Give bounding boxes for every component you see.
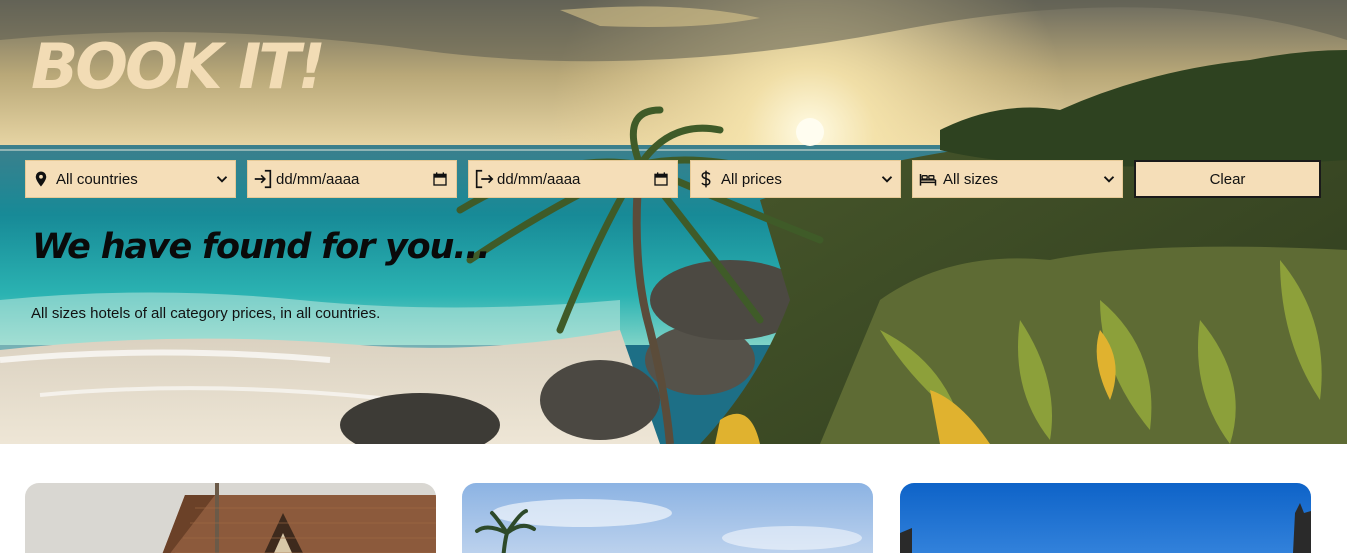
check-out-date-input[interactable]: dd/mm/aaaa <box>468 160 678 198</box>
calendar-icon[interactable] <box>432 171 448 187</box>
page-title: BOOK IT! <box>31 30 326 103</box>
check-in-date-input[interactable]: dd/mm/aaaa <box>247 160 457 198</box>
price-select-value: All prices <box>721 170 782 188</box>
results-heading: We have found for you... <box>32 227 491 267</box>
chevron-down-icon <box>881 176 893 183</box>
size-select-value: All sizes <box>943 170 999 188</box>
bed-icon <box>917 168 939 190</box>
country-select-value: All countries <box>56 170 138 188</box>
price-select[interactable]: All prices <box>690 160 901 198</box>
logout-icon <box>473 168 495 190</box>
size-select[interactable]: All sizes <box>912 160 1123 198</box>
hotel-card[interactable] <box>462 483 873 553</box>
map-pin-icon <box>30 168 52 190</box>
chevron-down-icon <box>1103 176 1115 183</box>
hero-banner: BOOK IT! All countries dd/mm/aaaa dd/mm/… <box>0 0 1347 444</box>
clear-button[interactable]: Clear <box>1134 160 1321 198</box>
login-icon <box>252 168 274 190</box>
hotel-card[interactable] <box>25 483 436 553</box>
hotel-card-image <box>25 483 436 553</box>
hotel-card[interactable] <box>900 483 1311 553</box>
country-select[interactable]: All countries <box>25 160 236 198</box>
results-summary: All sizes hotels of all category prices,… <box>31 305 381 322</box>
check-out-date-value: dd/mm/aaaa <box>497 170 581 188</box>
hotel-card-image <box>462 483 873 553</box>
chevron-down-icon <box>216 176 228 183</box>
dollar-icon <box>695 168 717 190</box>
check-in-date-value: dd/mm/aaaa <box>276 170 360 188</box>
hotel-card-image <box>900 483 1311 553</box>
calendar-icon[interactable] <box>653 171 669 187</box>
